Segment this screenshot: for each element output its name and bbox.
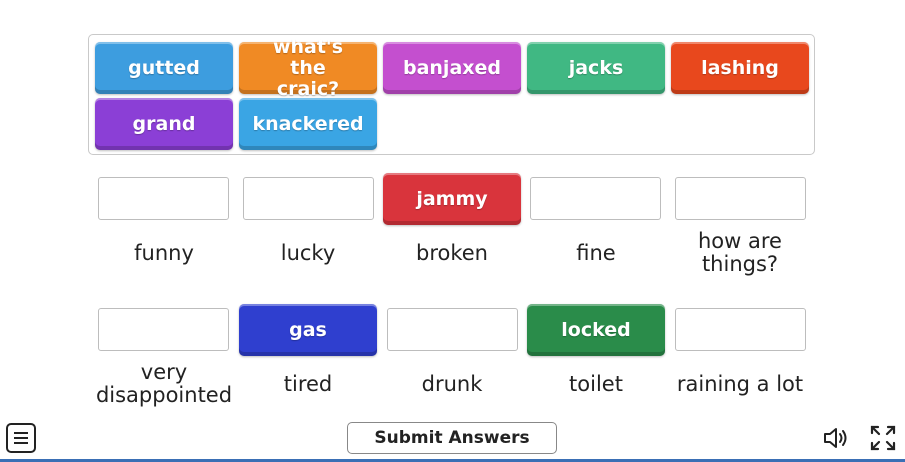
placed-tile-locked[interactable]: locked <box>527 304 665 356</box>
label-drunk: drunk <box>421 372 483 396</box>
label-raining-a-lot: raining a lot <box>676 372 804 396</box>
tile-gutted[interactable]: gutted <box>95 42 233 94</box>
tile-knackered[interactable]: knackered <box>239 98 377 150</box>
submit-answers-button[interactable]: Submit Answers <box>347 422 557 454</box>
drop-zone-how-are-things[interactable] <box>675 177 806 220</box>
tile-whats-the-craic[interactable]: what's the craic? <box>239 36 377 99</box>
label-fine: fine <box>576 241 616 265</box>
fullscreen-icon[interactable] <box>869 424 897 452</box>
tile-lashing[interactable]: lashing <box>671 42 809 94</box>
drop-zone-lucky[interactable] <box>243 177 374 220</box>
placed-tile-gas[interactable]: gas <box>239 304 377 356</box>
label-broken: broken <box>416 241 488 265</box>
label-toilet: toilet <box>569 372 623 396</box>
label-how-are-things: how are things? <box>698 229 782 276</box>
drop-zone-funny[interactable] <box>98 177 229 220</box>
speaker-icon[interactable] <box>822 425 852 451</box>
label-tired: tired <box>283 372 333 396</box>
placed-tile-jammy[interactable]: jammy <box>383 173 521 225</box>
label-very-disappointed: very disappointed <box>95 360 233 407</box>
tile-grand[interactable]: grand <box>95 98 233 150</box>
drop-zone-drunk[interactable] <box>387 308 518 351</box>
drop-zone-raining-a-lot[interactable] <box>675 308 806 351</box>
drop-zone-fine[interactable] <box>530 177 661 220</box>
drop-zone-very-disappointed[interactable] <box>98 308 229 351</box>
label-lucky: lucky <box>280 241 336 265</box>
tile-banjaxed[interactable]: banjaxed <box>383 42 521 94</box>
label-funny: funny <box>134 241 194 265</box>
tile-jacks[interactable]: jacks <box>527 42 665 94</box>
hamburger-menu-icon[interactable] <box>6 423 36 453</box>
